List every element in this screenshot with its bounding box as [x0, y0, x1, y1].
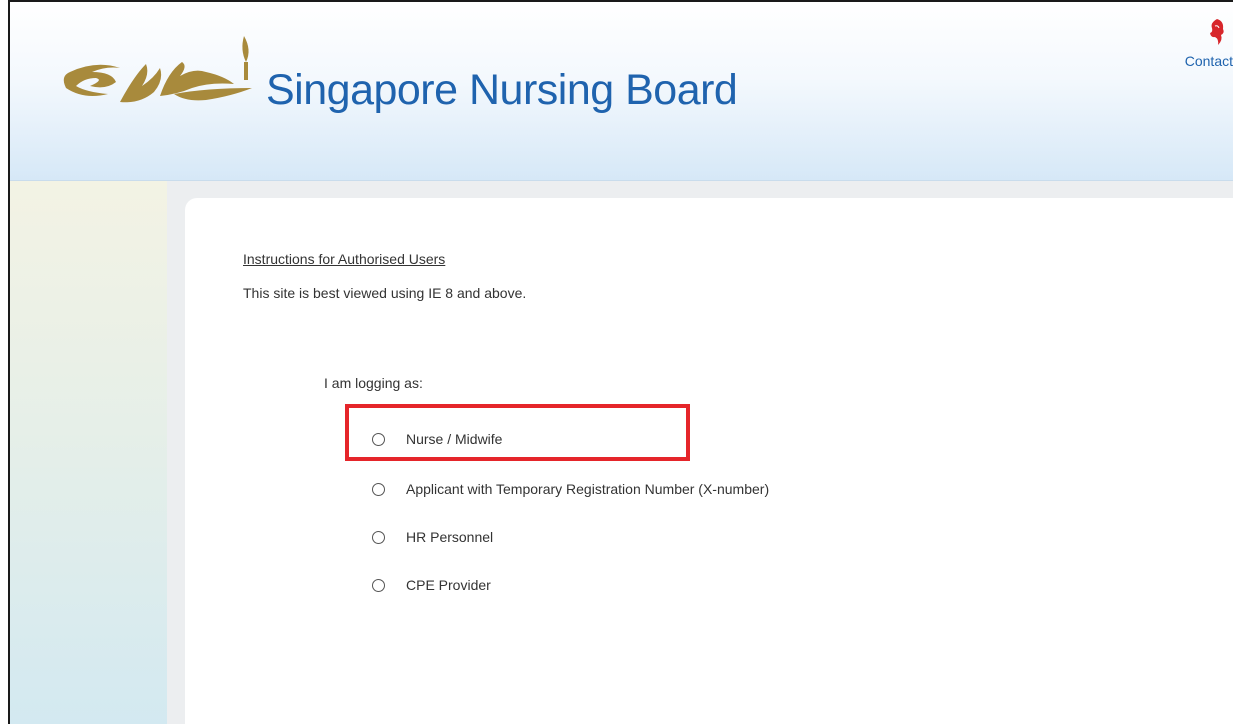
nursing-lamp-logo-icon — [63, 36, 252, 103]
login-type-panel: Instructions for Authorised Users This s… — [185, 198, 1233, 724]
option-hr-personnel[interactable]: HR Personnel — [372, 526, 493, 548]
nurse-midwife-radio[interactable] — [372, 432, 385, 446]
option-cpe-provider[interactable]: CPE Provider — [372, 574, 491, 596]
contact-link[interactable]: Contact — [1185, 53, 1233, 69]
left-sidebar — [10, 181, 167, 724]
site-title: Singapore Nursing Board — [266, 66, 738, 114]
option-label: Nurse / Midwife — [406, 431, 503, 447]
option-label: Applicant with Temporary Registration Nu… — [406, 481, 770, 497]
browser-note: This site is best viewed using IE 8 and … — [243, 285, 527, 301]
site-header: Singapore Nursing Board Contact — [10, 2, 1233, 181]
applicant-radio[interactable] — [372, 482, 385, 496]
lion-head-crest-icon — [1210, 19, 1224, 45]
logging-as-label: I am logging as: — [324, 375, 423, 391]
instructions-link[interactable]: Instructions for Authorised Users — [243, 251, 445, 267]
option-nurse-midwife[interactable]: Nurse / Midwife — [372, 428, 502, 450]
hr-personnel-radio[interactable] — [372, 530, 385, 544]
cpe-provider-radio[interactable] — [372, 578, 385, 592]
page-frame: Singapore Nursing Board Contact Instruct… — [8, 0, 1233, 724]
option-applicant-x-number[interactable]: Applicant with Temporary Registration Nu… — [372, 478, 769, 500]
option-label: CPE Provider — [406, 577, 491, 593]
option-label: HR Personnel — [406, 529, 494, 545]
